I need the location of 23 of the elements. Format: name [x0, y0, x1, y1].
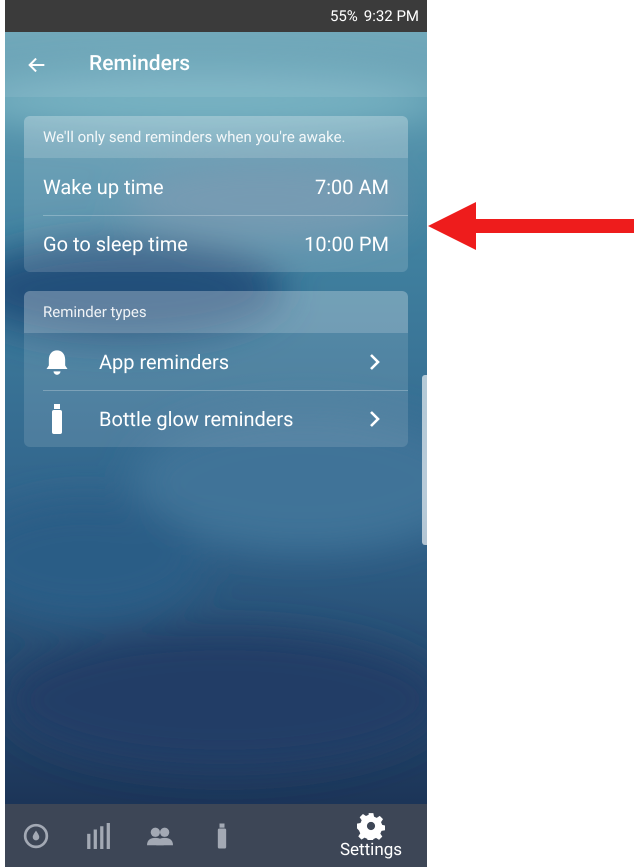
battery-percent: 55%	[330, 6, 358, 27]
nav-tab[interactable]: Settings	[315, 804, 427, 867]
time-value: 10:00 PM	[304, 231, 389, 258]
bar-chart-icon[interactable]	[85, 822, 111, 848]
drop-circle-icon[interactable]	[23, 822, 49, 848]
reminder-type-row[interactable]: App reminders	[43, 333, 408, 390]
section-heading: Reminder types	[43, 302, 147, 323]
bottle-icon	[217, 822, 227, 850]
chevron-right-icon	[368, 352, 382, 370]
row-label: App reminders	[99, 348, 230, 376]
settings-icon	[357, 812, 385, 840]
clock: 9:32 PM	[364, 6, 419, 27]
setting-label: Wake up time	[43, 174, 164, 200]
card-note: We'll only send reminders when you're awake.	[43, 126, 346, 148]
time-value: 7:00 AM	[314, 174, 389, 200]
bottle-icon	[51, 404, 63, 434]
reminder-type-row[interactable]: Bottle glow reminders	[43, 390, 408, 447]
time-row[interactable]: Go to sleep time 10:00 PM	[43, 215, 408, 272]
chevron-right-icon	[368, 410, 382, 428]
time-row[interactable]: Wake up time 7:00 AM	[43, 158, 408, 215]
row-label: Bottle glow reminders	[99, 406, 295, 433]
setting-label: Go to sleep time	[43, 231, 188, 258]
screen-title: Reminders	[89, 50, 190, 78]
